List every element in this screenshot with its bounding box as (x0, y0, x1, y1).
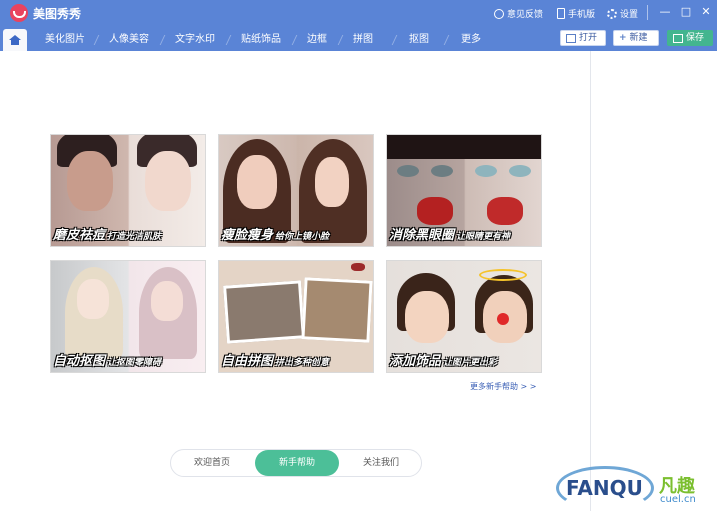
more-help-link[interactable]: 更多新手帮助 > > (470, 381, 537, 392)
feature-card-collage[interactable]: 自由拼图 拼出多种创意 (218, 260, 374, 373)
card-photo-face (145, 151, 191, 211)
card-title: 瘦脸瘦身 (221, 228, 274, 243)
card-photo-hair (387, 135, 541, 159)
app-logo-icon (10, 4, 28, 22)
card-title: 磨皮祛痘 (53, 228, 106, 243)
watermark-url: cuel.cn (660, 494, 696, 505)
titlebar-divider (647, 5, 648, 20)
mobile-link[interactable]: 手机版 (557, 7, 595, 20)
app-title: 美图秀秀 (33, 7, 82, 21)
menu-bar: 美化图片 人像美容 文字水印 贴纸饰品 边框 拼图 抠图 更多 打开 + 新建 … (0, 27, 717, 51)
card-photo-collage (223, 280, 305, 344)
card-photo-eye (475, 165, 497, 177)
feedback-label: 意见反馈 (507, 10, 544, 20)
title-bar: 美图秀秀 意见反馈 手机版 设置 — □ ✕ (0, 0, 717, 27)
settings-link[interactable]: 设置 (607, 7, 638, 20)
card-photo-face (67, 151, 113, 211)
card-photo-lips (487, 197, 523, 225)
watermark-text: FANQU (566, 476, 643, 500)
feature-card-skin[interactable]: 磨皮祛痘 打造光洁肌肤 (50, 134, 206, 247)
feature-card-eyes[interactable]: 消除黑眼圈 让眼睛更有神 (386, 134, 542, 247)
open-label: 打开 (579, 33, 598, 43)
home-tab[interactable] (3, 29, 27, 51)
bow-icon (351, 263, 365, 271)
right-panel (590, 51, 717, 511)
clown-nose-icon (497, 313, 509, 325)
card-caption: 自动抠图 让抠图零障碍 (53, 350, 161, 369)
mobile-label: 手机版 (568, 10, 596, 20)
tab-help[interactable]: 新手帮助 (255, 450, 339, 476)
card-subtitle: 让图片更出彩 (443, 358, 498, 368)
card-subtitle: 打造光洁肌肤 (107, 232, 162, 242)
card-photo-lips (417, 197, 453, 225)
card-title: 自由拼图 (221, 354, 274, 369)
card-title: 消除黑眼圈 (389, 228, 455, 243)
tab-follow[interactable]: 关注我们 (341, 450, 421, 476)
menu-stickers[interactable]: 贴纸饰品 (232, 29, 290, 51)
menu-beautify[interactable]: 美化图片 (36, 29, 94, 51)
menu-collage[interactable]: 拼图 (344, 29, 382, 51)
tab-welcome[interactable]: 欢迎首页 (171, 450, 253, 476)
feature-card-cutout[interactable]: 自动抠图 让抠图零障碍 (50, 260, 206, 373)
feedback-icon (494, 8, 504, 19)
card-photo-face (237, 155, 277, 209)
halo-icon (479, 269, 527, 281)
card-photo-face (405, 291, 449, 343)
image-icon (566, 33, 576, 43)
card-photo-face (315, 157, 349, 207)
save-button[interactable]: 保存 (667, 30, 713, 46)
card-subtitle: 让抠图零障碍 (107, 358, 162, 368)
menu-cutout[interactable]: 抠图 (400, 29, 438, 51)
card-subtitle: 让眼睛更有神 (456, 232, 511, 242)
menu-more[interactable]: 更多 (452, 29, 490, 51)
maximize-button[interactable]: □ (679, 5, 693, 19)
main-content: 磨皮祛痘 打造光洁肌肤 瘦脸瘦身 给你上镜小脸 消除黑眼圈 让眼睛更有神 自动抠… (0, 51, 590, 511)
save-icon (673, 33, 683, 43)
feature-card-decor[interactable]: 添加饰品 让图片更出彩 (386, 260, 542, 373)
card-subtitle: 给你上镜小脸 (275, 232, 330, 242)
plus-icon: + (619, 33, 627, 43)
card-photo-face (77, 279, 109, 319)
menu-portrait[interactable]: 人像美容 (100, 29, 158, 51)
card-caption: 添加饰品 让图片更出彩 (389, 350, 497, 369)
phone-icon (557, 8, 565, 19)
minimize-button[interactable]: — (658, 5, 672, 19)
feedback-link[interactable]: 意见反馈 (494, 7, 543, 20)
watermark-logo: FANQU 凡趣 cuel.cn (556, 462, 717, 511)
card-caption: 自由拼图 拼出多种创意 (221, 350, 329, 369)
open-button[interactable]: 打开 (560, 30, 606, 46)
save-label: 保存 (686, 33, 705, 43)
card-photo-collage (301, 277, 373, 343)
card-title: 自动抠图 (53, 354, 106, 369)
card-photo-face (151, 281, 183, 321)
new-label: 新建 (629, 33, 648, 43)
card-title: 添加饰品 (389, 354, 442, 369)
card-photo-eye (431, 165, 453, 177)
card-caption: 瘦脸瘦身 给你上镜小脸 (221, 224, 329, 243)
card-subtitle: 拼出多种创意 (275, 358, 330, 368)
menu-text[interactable]: 文字水印 (166, 29, 224, 51)
bottom-tab-bar: 欢迎首页 新手帮助 关注我们 (170, 449, 422, 477)
new-button[interactable]: + 新建 (613, 30, 659, 46)
card-photo-eye (509, 165, 531, 177)
close-button[interactable]: ✕ (699, 5, 713, 19)
card-caption: 磨皮祛痘 打造光洁肌肤 (53, 224, 161, 243)
card-photo-eye (397, 165, 419, 177)
feature-card-slim[interactable]: 瘦脸瘦身 给你上镜小脸 (218, 134, 374, 247)
card-caption: 消除黑眼圈 让眼睛更有神 (389, 224, 510, 243)
menu-frame[interactable]: 边框 (298, 29, 336, 51)
gear-icon (607, 8, 617, 19)
settings-label: 设置 (620, 10, 639, 20)
